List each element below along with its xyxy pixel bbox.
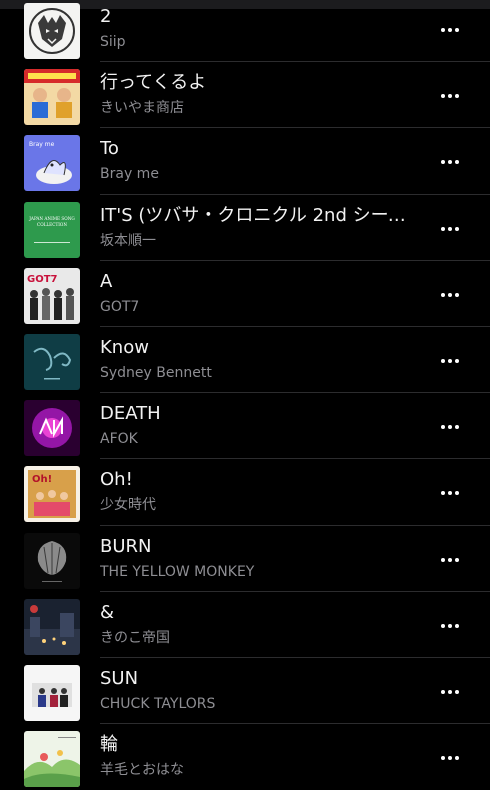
cat-art-icon: Bray me: [24, 135, 80, 192]
song-artist: THE YELLOW MONKEY: [100, 563, 255, 580]
song-title: BURN: [100, 535, 152, 557]
white-photo-art-icon: [24, 664, 80, 721]
more-options-icon[interactable]: [436, 12, 464, 48]
neon-pink-art-icon: [24, 400, 80, 457]
song-artist: Bray me: [100, 166, 159, 183]
svg-text:COLLECTION: COLLECTION: [37, 222, 67, 227]
song-artist: 少女時代: [100, 497, 156, 514]
comic-art-icon: [24, 69, 80, 126]
shell-art-icon: [24, 532, 80, 589]
song-artist: AFOK: [100, 431, 138, 448]
more-options-icon[interactable]: [436, 277, 464, 313]
song-row[interactable]: & きのこ帝国: [0, 592, 490, 658]
song-row[interactable]: Know Sydney Bennett: [0, 327, 490, 394]
more-options-icon[interactable]: [436, 343, 464, 379]
song-row[interactable]: 輪 羊毛とおはな: [0, 724, 490, 790]
song-title: 輪: [100, 734, 118, 756]
song-row[interactable]: JAPAN ANIME SONG COLLECTION IT'S (ツバサ・クロ…: [0, 195, 490, 261]
song-artist: GOT7: [100, 298, 140, 315]
song-title: Oh!: [100, 469, 133, 491]
more-options-icon[interactable]: [436, 608, 464, 644]
svg-text:JAPAN ANIME SONG: JAPAN ANIME SONG: [28, 216, 75, 221]
more-options-icon[interactable]: [436, 740, 464, 776]
song-row[interactable]: SUN CHUCK TAYLORS: [0, 658, 490, 725]
svg-text:Bray me: Bray me: [29, 141, 55, 148]
song-row[interactable]: 2 Siip: [0, 0, 490, 63]
oh-pop-art-icon: Oh!: [24, 466, 80, 523]
group-photo-art-icon: GOT7: [24, 267, 80, 324]
more-options-icon[interactable]: [436, 674, 464, 710]
song-artist: 坂本順一: [100, 232, 156, 249]
song-artist: きいやま商店: [100, 100, 184, 117]
landscape-art-icon: [24, 731, 80, 788]
song-row[interactable]: Bray me To Bray me: [0, 128, 490, 195]
more-options-icon[interactable]: [436, 144, 464, 180]
song-row[interactable]: DEATH AFOK: [0, 393, 490, 460]
song-title: IT'S (ツバサ・クロニクル 2nd シーズン): [100, 204, 418, 226]
song-row[interactable]: 行ってくるよ きいやま商店: [0, 62, 490, 129]
svg-text:Oh!: Oh!: [32, 474, 52, 485]
song-title: DEATH: [100, 403, 161, 425]
teal-script-art-icon: [24, 333, 80, 390]
more-options-icon[interactable]: [436, 409, 464, 445]
song-row[interactable]: GOT7 A GOT7: [0, 261, 490, 327]
song-artist: Siip: [100, 34, 126, 50]
more-options-icon[interactable]: [436, 475, 464, 511]
more-options-icon[interactable]: [436, 78, 464, 114]
song-title: &: [100, 601, 115, 623]
song-row[interactable]: Oh! Oh! 少女時代: [0, 459, 490, 526]
wolf-art-icon: [24, 3, 80, 59]
song-artist: CHUCK TAYLORS: [100, 695, 216, 712]
song-title: 2: [100, 6, 112, 27]
green-collection-art-icon: JAPAN ANIME SONG COLLECTION: [24, 201, 80, 258]
song-title: To: [100, 138, 119, 160]
svg-text:GOT7: GOT7: [27, 274, 58, 285]
song-artist: Sydney Bennett: [100, 364, 212, 381]
song-title: 行ってくるよ: [100, 72, 207, 94]
song-artist: きのこ帝国: [100, 629, 170, 646]
song-artist: 羊毛とおはな: [100, 762, 184, 779]
song-list: 2 Siip 行ってくるよ きいやま商店 Bray me To Bray me …: [0, 0, 490, 790]
song-title: SUN: [100, 667, 139, 689]
song-title: A: [100, 270, 113, 292]
more-options-icon[interactable]: [436, 542, 464, 578]
song-title: Know: [100, 336, 149, 358]
night-street-art-icon: [24, 598, 80, 655]
song-row[interactable]: BURN THE YELLOW MONKEY: [0, 526, 490, 592]
more-options-icon[interactable]: [436, 211, 464, 247]
